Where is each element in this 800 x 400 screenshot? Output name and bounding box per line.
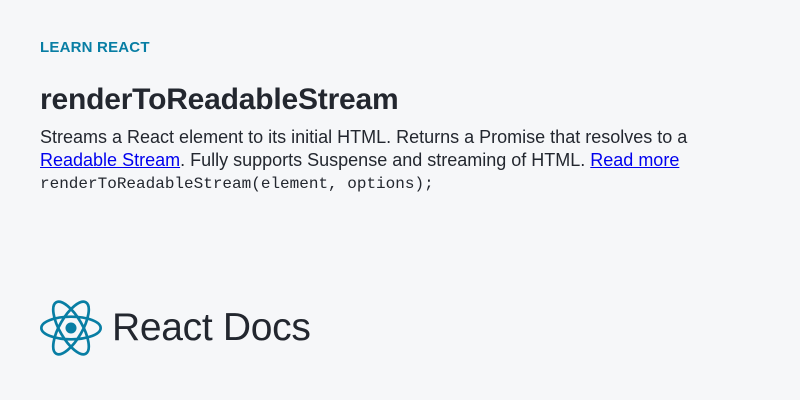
- readable-stream-link[interactable]: Readable Stream: [40, 150, 180, 170]
- read-more-link[interactable]: Read more: [590, 150, 679, 170]
- api-description: Streams a React element to its initial H…: [40, 126, 750, 172]
- description-prefix: Streams a React element to its initial H…: [40, 127, 688, 147]
- description-middle: . Fully supports Suspense and streaming …: [180, 150, 591, 170]
- brand-footer: React Docs: [40, 300, 311, 356]
- brand-name: React Docs: [112, 306, 311, 349]
- react-logo-icon: [40, 300, 102, 356]
- code-signature: renderToReadableStream(element, options)…: [40, 175, 434, 193]
- section-eyebrow: LEARN REACT: [40, 39, 150, 56]
- content-card: LEARN REACT renderToReadableStream Strea…: [40, 38, 760, 194]
- page-title: renderToReadableStream: [40, 83, 399, 116]
